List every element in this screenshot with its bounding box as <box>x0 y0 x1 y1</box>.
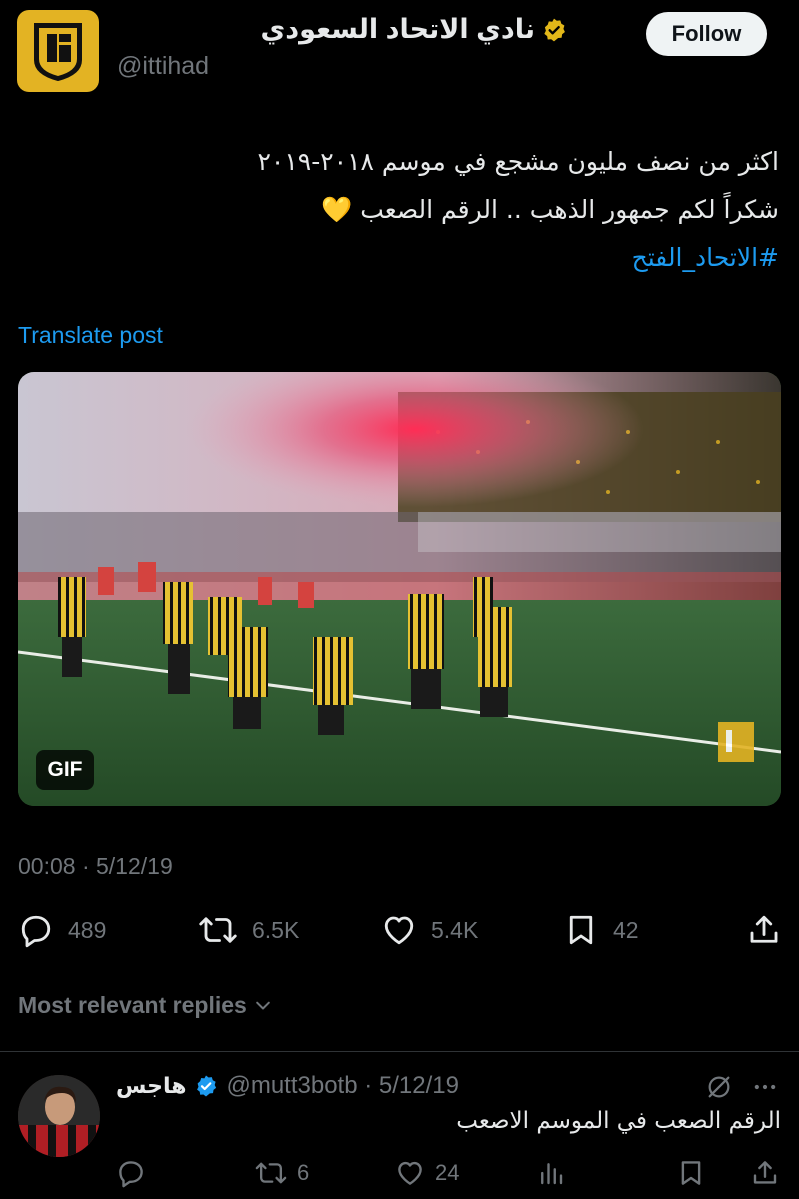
post-text: اكثر من نصف مليون مشجع في موسم ٢٠١٨-٢٠١٩… <box>39 138 779 282</box>
post-text-line-1: اكثر من نصف مليون مشجع في موسم ٢٠١٨-٢٠١٩ <box>257 147 779 176</box>
chevron-down-icon <box>255 1001 270 1009</box>
reply-author-name[interactable]: هاجس <box>116 1074 186 1099</box>
stadium-celebration-image <box>18 372 781 806</box>
reply-icon <box>119 1161 143 1188</box>
reply-avatar[interactable] <box>18 1075 100 1157</box>
repost-icon <box>199 917 237 943</box>
like-count: 5.4K <box>431 916 479 943</box>
bookmark-count: 42 <box>613 916 639 943</box>
profile-avatar-logo[interactable] <box>17 10 99 92</box>
heart-icon <box>384 916 414 945</box>
post-text-line-2: شكراً لكم جمهور الذهب .. الرقم الصعب 💛 <box>39 186 779 234</box>
verified-blue-badge-icon <box>197 1075 217 1097</box>
repost-count: 6.5K <box>252 916 300 943</box>
reply-avatar-photo <box>18 1075 100 1157</box>
bookmark-icon <box>569 915 593 945</box>
like-action[interactable]: 5.4K <box>381 912 478 948</box>
verified-gold-badge-icon <box>544 18 565 41</box>
reply-views-action[interactable] <box>536 1158 566 1188</box>
heart-icon <box>398 1161 422 1185</box>
reply-like-count: 24 <box>435 1160 460 1185</box>
reply-repost-count: 6 <box>297 1160 310 1185</box>
post-timestamp[interactable]: 00:08 · 5/12/19 <box>18 853 173 880</box>
author-handle[interactable]: @ittihad <box>117 52 209 81</box>
share-action[interactable] <box>746 912 782 948</box>
reply-like-action[interactable]: 24 <box>395 1158 459 1188</box>
reply-icon <box>21 915 51 948</box>
reply-bookmark-action[interactable] <box>676 1158 706 1188</box>
divider <box>0 1051 799 1052</box>
follow-button[interactable]: Follow <box>646 12 767 56</box>
reply-handle-and-date[interactable]: @mutt3botb · 5/12/19 <box>226 1072 459 1100</box>
replies-sort-label: Most relevant replies <box>18 992 247 1018</box>
bookmark-action[interactable]: 42 <box>563 912 639 948</box>
grok-icon-button[interactable] <box>705 1073 733 1101</box>
more-options-button[interactable] <box>750 1073 780 1101</box>
translate-post-link[interactable]: Translate post <box>18 322 163 349</box>
gif-badge: GIF <box>36 750 94 790</box>
reply-reply-action[interactable] <box>116 1158 146 1188</box>
post-media-gif[interactable] <box>18 372 781 806</box>
ittihad-logo-icon <box>34 23 82 82</box>
replies-sort-dropdown[interactable]: Most relevant replies <box>18 992 273 1019</box>
views-bar-chart-icon <box>541 1163 563 1185</box>
post-text-line-2-text: شكراً لكم جمهور الذهب .. الرقم الصعب <box>360 195 779 224</box>
bookmark-icon <box>681 1161 701 1185</box>
reply-header: هاجس @mutt3botb · 5/12/19 <box>116 1072 459 1100</box>
reply-text: الرقم الصعب في الموسم الاصعب <box>456 1108 781 1134</box>
reply-count: 489 <box>68 916 107 943</box>
reply-repost-action[interactable]: 6 <box>255 1158 309 1188</box>
share-icon <box>753 1161 777 1184</box>
repost-icon <box>255 1162 287 1184</box>
more-dots-icon <box>754 1084 776 1090</box>
reply-share-action[interactable] <box>750 1158 780 1188</box>
repost-action[interactable]: 6.5K <box>198 912 299 948</box>
grok-icon <box>708 1076 730 1098</box>
reply-action[interactable]: 489 <box>18 912 106 948</box>
share-icon <box>750 915 778 943</box>
author-display-name[interactable]: نادي الاتحاد السعودي <box>261 14 535 45</box>
author-name-row: نادي الاتحاد السعودي <box>261 14 567 45</box>
yellow-heart-icon: 💛 <box>321 195 353 224</box>
hashtag-link[interactable]: #الاتحاد_الفتح <box>39 234 779 282</box>
